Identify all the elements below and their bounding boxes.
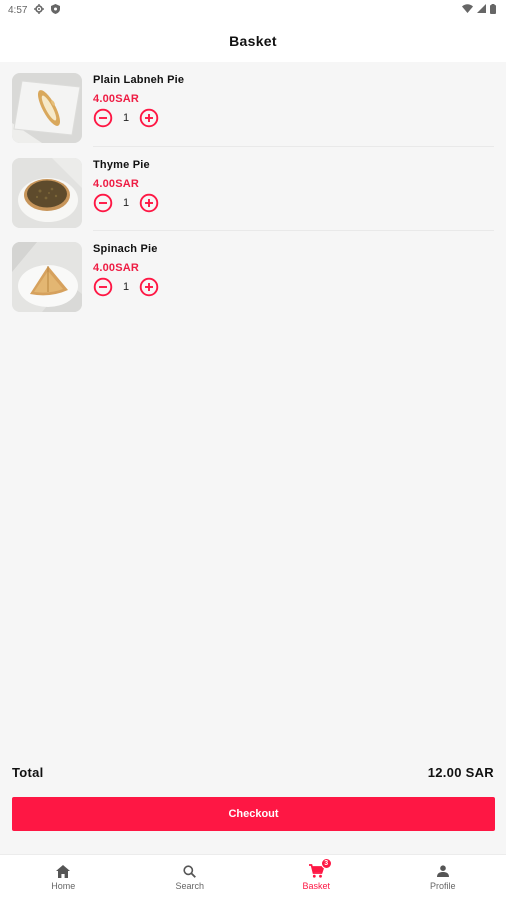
nav-label-basket: Basket xyxy=(302,881,330,891)
wifi-icon xyxy=(462,4,473,16)
signal-icon xyxy=(477,4,486,16)
item-price: 4.00SAR xyxy=(93,93,140,105)
spinach-pie-photo xyxy=(12,242,82,312)
app-bar: Basket xyxy=(0,20,506,62)
search-icon xyxy=(183,864,197,878)
nav-item-search[interactable]: Search xyxy=(127,855,254,900)
basket-item: Plain Labneh Pie 4.00SAR 1 xyxy=(0,62,506,147)
nav-item-profile[interactable]: Profile xyxy=(380,855,506,900)
nav-item-home[interactable]: Home xyxy=(0,855,127,900)
basket-count-badge: 3 xyxy=(320,858,332,869)
total-label: Total xyxy=(12,764,44,780)
item-name: Plain Labneh Pie xyxy=(93,74,185,86)
increase-quantity-button[interactable] xyxy=(139,193,159,213)
item-name: Thyme Pie xyxy=(93,158,150,171)
nav-item-basket[interactable]: 3 Basket xyxy=(253,855,380,900)
basket-item: Thyme Pie 4.00SAR 1 xyxy=(0,147,506,232)
person-icon xyxy=(436,864,449,878)
status-time: 4:57 xyxy=(8,4,28,16)
total-row: Total 12.00 SAR xyxy=(12,762,494,782)
item-price: 4.00SAR xyxy=(93,262,140,274)
nav-label-profile: Profile xyxy=(429,881,456,891)
status-bar: 4:57 xyxy=(0,0,506,20)
shield-status-icon xyxy=(51,3,61,17)
increase-quantity-button[interactable] xyxy=(139,277,159,297)
total-value: 12.00 SAR xyxy=(427,764,494,780)
quantity-value: 1 xyxy=(122,112,130,124)
page-title: Basket xyxy=(229,33,277,49)
settings-status-icon xyxy=(34,3,45,17)
bottom-navigation: Home Search 3 Basket Profile xyxy=(0,854,506,900)
basket-item: Spinach Pie 4.00SAR 1 xyxy=(0,231,506,316)
cart-icon: 3 xyxy=(308,858,332,878)
quantity-stepper: 1 xyxy=(93,108,184,128)
thyme-pie-photo xyxy=(12,157,82,228)
increase-quantity-button[interactable] xyxy=(139,108,159,128)
labneh-pie-photo xyxy=(12,73,82,143)
quantity-value: 1 xyxy=(122,196,130,209)
decrease-quantity-button[interactable] xyxy=(93,277,113,297)
quantity-stepper: 1 xyxy=(93,277,159,297)
nav-label-search: Search xyxy=(175,881,205,891)
nav-label-home: Home xyxy=(51,881,76,891)
home-icon xyxy=(56,864,71,878)
quantity-value: 1 xyxy=(122,281,130,293)
decrease-quantity-button[interactable] xyxy=(93,193,113,213)
item-name: Spinach Pie xyxy=(93,243,158,255)
decrease-quantity-button[interactable] xyxy=(93,108,113,128)
checkout-button[interactable]: Checkout xyxy=(12,797,495,831)
battery-icon xyxy=(490,3,496,17)
item-price: 4.00SAR xyxy=(93,177,140,190)
quantity-stepper: 1 xyxy=(93,193,159,213)
basket-list: Plain Labneh Pie 4.00SAR 1 Thyme Pie 4.0… xyxy=(0,62,506,316)
